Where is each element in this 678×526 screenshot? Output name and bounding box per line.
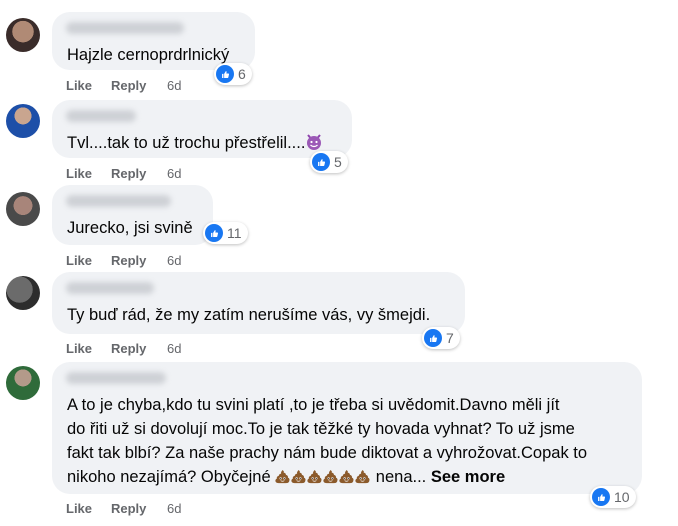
reply-button[interactable]: Reply: [111, 78, 167, 93]
timestamp[interactable]: 6d: [167, 78, 181, 93]
author-name[interactable]: [66, 22, 184, 34]
avatar[interactable]: [6, 192, 40, 226]
like-reaction-icon: [216, 65, 234, 83]
comment-actions: Like Reply 6d: [66, 341, 181, 356]
avatar[interactable]: [6, 18, 40, 52]
reaction-count[interactable]: 7: [422, 327, 460, 349]
like-button[interactable]: Like: [66, 341, 111, 356]
comment-bubble[interactable]: A to je chyba,kdo tu svini platí ,to je …: [52, 362, 642, 494]
timestamp[interactable]: 6d: [167, 341, 181, 356]
see-more-link[interactable]: See more: [431, 468, 505, 486]
author-name[interactable]: [66, 372, 166, 384]
like-reaction-icon: [205, 224, 223, 242]
reply-button[interactable]: Reply: [111, 341, 167, 356]
comment-bubble[interactable]: Hajzle cernoprdrlnický: [52, 12, 255, 70]
author-name[interactable]: [66, 110, 136, 122]
poo-icon: [323, 469, 338, 484]
timestamp[interactable]: 6d: [167, 166, 181, 181]
comment-actions: Like Reply 6d: [66, 253, 181, 268]
like-button[interactable]: Like: [66, 253, 111, 268]
reply-button[interactable]: Reply: [111, 253, 167, 268]
comment-actions: Like Reply 6d: [66, 166, 181, 181]
reaction-number: 7: [446, 330, 454, 346]
avatar[interactable]: [6, 366, 40, 400]
avatar[interactable]: [6, 104, 40, 138]
avatar[interactable]: [6, 276, 40, 310]
poo-icon: [355, 469, 370, 484]
poo-emoji-group: [275, 468, 371, 486]
poo-icon: [275, 469, 290, 484]
like-reaction-icon: [424, 329, 442, 347]
comment-text: Hajzle cernoprdrlnický: [67, 46, 230, 64]
comment-bubble[interactable]: Tvl....tak to už trochu přestřelil....: [52, 100, 352, 158]
poo-icon: [307, 469, 322, 484]
reaction-count[interactable]: 5: [310, 151, 348, 173]
reaction-number: 11: [227, 225, 242, 241]
like-button[interactable]: Like: [66, 78, 111, 93]
like-button[interactable]: Like: [66, 501, 111, 516]
reaction-count[interactable]: 11: [203, 222, 248, 244]
reaction-count[interactable]: 6: [214, 63, 252, 85]
poo-icon: [339, 469, 354, 484]
author-name[interactable]: [66, 282, 154, 294]
smiling-devil-icon: [305, 133, 323, 151]
like-reaction-icon: [312, 153, 330, 171]
comment-bubble[interactable]: Ty buď rád, že my zatím nerušíme vás, vy…: [52, 272, 465, 334]
comment-actions: Like Reply 6d: [66, 501, 181, 516]
reply-button[interactable]: Reply: [111, 501, 167, 516]
reaction-number: 6: [238, 66, 246, 82]
reaction-number: 10: [614, 489, 630, 505]
timestamp[interactable]: 6d: [167, 501, 181, 516]
like-button[interactable]: Like: [66, 166, 111, 181]
comment-actions: Like Reply 6d: [66, 78, 181, 93]
reply-button[interactable]: Reply: [111, 166, 167, 181]
timestamp[interactable]: 6d: [167, 253, 181, 268]
comment-text: Jurecko, jsi svině: [67, 219, 193, 237]
poo-icon: [291, 469, 306, 484]
comment-text: Tvl....tak to už trochu přestřelil....: [67, 131, 323, 155]
like-reaction-icon: [592, 488, 610, 506]
comment-text: A to je chyba,kdo tu svini platí ,to je …: [67, 396, 588, 486]
reaction-number: 5: [334, 154, 342, 170]
reaction-count[interactable]: 10: [590, 486, 636, 508]
author-name[interactable]: [66, 195, 171, 207]
comment-bubble[interactable]: Jurecko, jsi svině: [52, 185, 213, 245]
comment-text: Ty buď rád, že my zatím nerušíme vás, vy…: [67, 306, 431, 324]
